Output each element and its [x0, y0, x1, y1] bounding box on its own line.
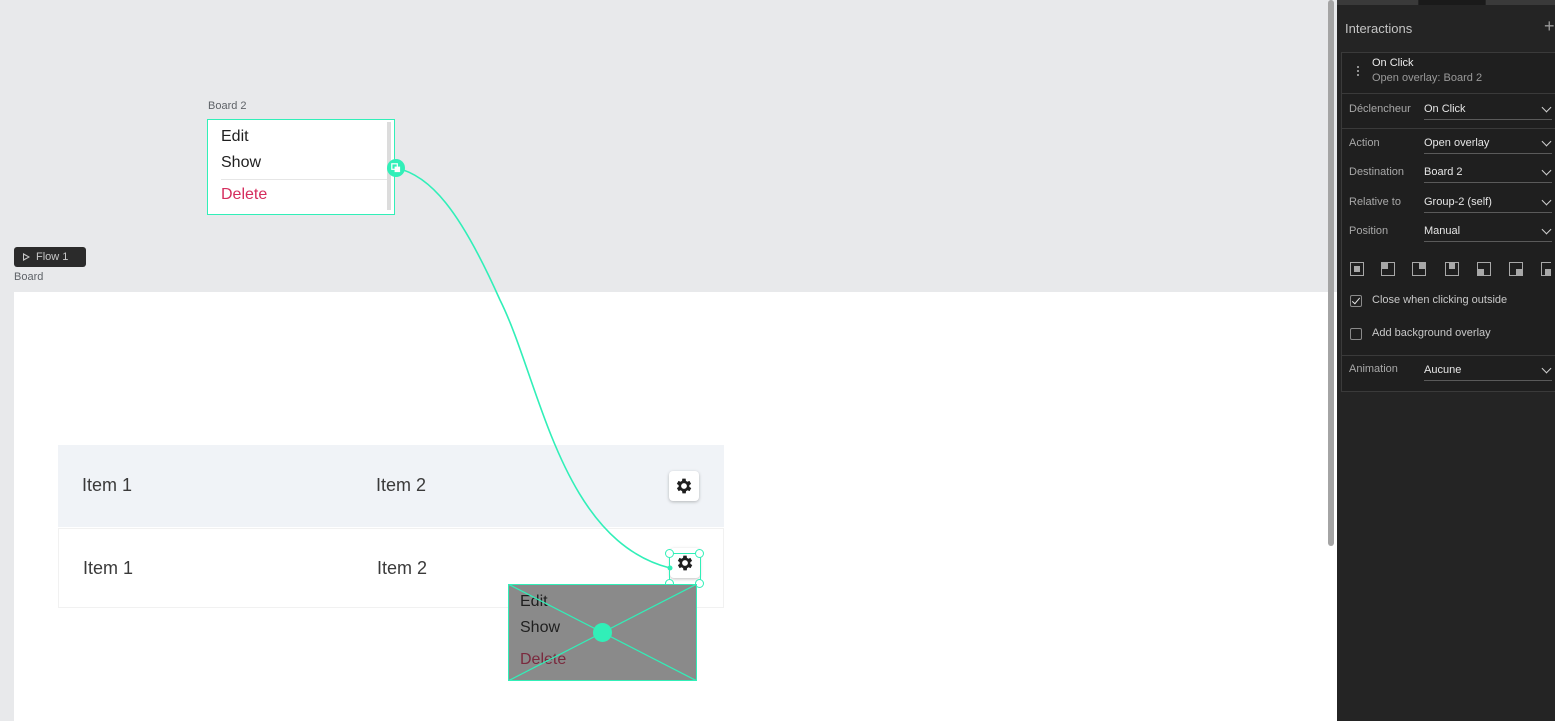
- add-interaction-button[interactable]: +: [1544, 16, 1555, 37]
- position-bottom-center-icon[interactable]: [1541, 262, 1551, 276]
- gear-icon: [676, 478, 692, 494]
- trigger-select[interactable]: On Click: [1424, 99, 1552, 120]
- position-top-center-icon[interactable]: [1445, 262, 1459, 276]
- menu-item-show[interactable]: Show: [221, 154, 261, 172]
- menu-item-edit[interactable]: Edit: [221, 128, 249, 146]
- board-label[interactable]: Board: [14, 271, 43, 283]
- relative-to-value: Group-2 (self): [1424, 196, 1492, 208]
- row-cell-2: Item 2: [376, 475, 427, 495]
- inspector-panel: Interactions + On Click Open overlay: Bo…: [1337, 0, 1555, 721]
- row-cell-1: Item 1: [82, 475, 133, 495]
- position-bottom-right-icon[interactable]: [1509, 262, 1523, 276]
- table-row: Item 1 Item 2: [58, 445, 724, 527]
- chevron-down-icon: [1541, 136, 1552, 147]
- position-label: Position: [1349, 225, 1389, 237]
- trigger-label: Déclencheur: [1349, 103, 1411, 115]
- animation-select[interactable]: Aucune: [1424, 360, 1552, 381]
- relative-to-select[interactable]: Group-2 (self): [1424, 192, 1552, 213]
- divider: [1342, 355, 1555, 356]
- background-overlay-label: Add background overlay: [1372, 327, 1491, 339]
- position-value: Manual: [1424, 225, 1461, 237]
- action-label: Action: [1349, 137, 1380, 149]
- interaction-trigger-title: On Click: [1372, 57, 1414, 69]
- canvas-scrollbar[interactable]: [1328, 0, 1334, 546]
- position-top-left-icon[interactable]: [1381, 262, 1395, 276]
- overlay-link-icon: [391, 163, 401, 173]
- flow-start-tag[interactable]: Flow 1: [14, 247, 86, 267]
- interaction-card: On Click Open overlay: Board 2 Déclenche…: [1341, 52, 1555, 392]
- interaction-summary: Open overlay: Board 2: [1372, 72, 1483, 84]
- action-select[interactable]: Open overlay: [1424, 133, 1552, 154]
- menu-divider: [221, 179, 390, 180]
- background-overlay-checkbox[interactable]: [1350, 328, 1362, 340]
- destination-select[interactable]: Board 2: [1424, 162, 1552, 183]
- board2-label[interactable]: Board 2: [208, 100, 247, 112]
- resize-handle-nw[interactable]: [665, 549, 674, 558]
- divider: [1342, 128, 1555, 129]
- design-canvas[interactable]: Board 2 Edit Show Delete Flow 1 Board It…: [0, 0, 1337, 721]
- kebab-menu-icon[interactable]: [1357, 66, 1360, 78]
- chevron-down-icon: [1541, 363, 1552, 374]
- menu-item-delete[interactable]: Delete: [221, 186, 267, 204]
- panel-tab[interactable]: [1486, 0, 1555, 5]
- flow-label: Flow 1: [36, 251, 69, 263]
- trigger-value: On Click: [1424, 103, 1466, 115]
- destination-label: Destination: [1349, 166, 1405, 178]
- close-outside-checkbox[interactable]: [1350, 295, 1362, 307]
- destination-value: Board 2: [1424, 166, 1463, 178]
- panel-tab[interactable]: [1337, 0, 1418, 5]
- close-outside-label: Close when clicking outside: [1372, 294, 1508, 306]
- position-bottom-left-icon[interactable]: [1477, 262, 1491, 276]
- board2-menu: Edit Show Delete: [210, 122, 390, 210]
- position-top-right-icon[interactable]: [1412, 262, 1426, 276]
- board2-frame[interactable]: Edit Show Delete: [207, 119, 395, 215]
- animation-value: Aucune: [1424, 364, 1462, 376]
- overlay-drag-handle[interactable]: [593, 623, 612, 642]
- panel-tab-active[interactable]: [1419, 0, 1485, 5]
- chevron-down-icon: [1541, 102, 1552, 113]
- row-cell-1: Item 1: [83, 558, 134, 578]
- relative-to-label: Relative to: [1349, 196, 1401, 208]
- connector-endpoint[interactable]: [387, 159, 405, 177]
- chevron-down-icon: [1541, 195, 1552, 206]
- chevron-down-icon: [1541, 224, 1552, 235]
- action-value: Open overlay: [1424, 137, 1490, 149]
- row-settings-button[interactable]: [669, 471, 699, 501]
- panel-title: Interactions: [1345, 21, 1413, 36]
- resize-handle-ne[interactable]: [695, 549, 704, 558]
- chevron-down-icon: [1541, 165, 1552, 176]
- position-select[interactable]: Manual: [1424, 221, 1552, 242]
- position-center-icon[interactable]: [1350, 262, 1364, 276]
- row-cell-2: Item 2: [377, 558, 428, 578]
- interaction-header[interactable]: On Click Open overlay: Board 2: [1342, 53, 1555, 94]
- animation-label: Animation: [1349, 363, 1398, 375]
